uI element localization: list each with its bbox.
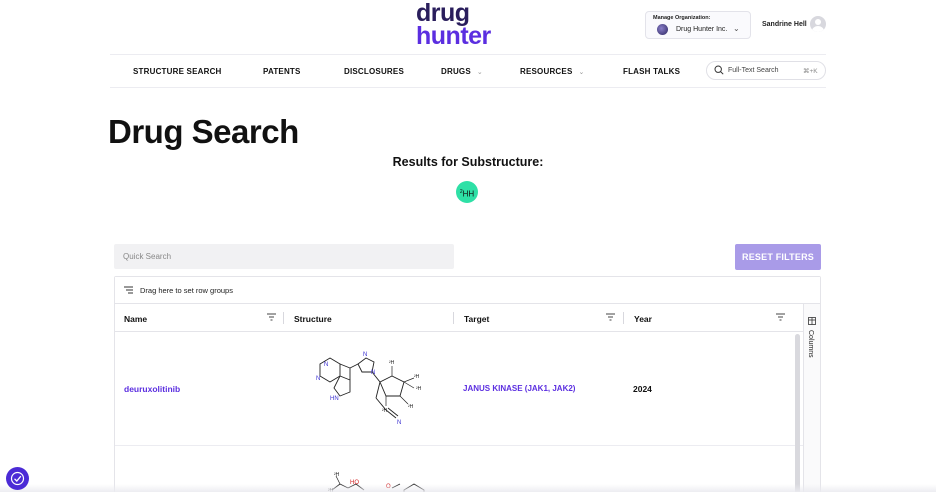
reset-filters-button[interactable]: RESET FILTERS xyxy=(735,244,821,270)
svg-text:N: N xyxy=(397,420,401,426)
nav-label: DRUGS xyxy=(441,67,471,76)
svg-text:N: N xyxy=(316,376,320,382)
user-name[interactable]: Sandrine Hell xyxy=(762,21,807,28)
filter-icon[interactable] xyxy=(776,313,785,321)
assistant-button[interactable] xyxy=(6,467,29,490)
row-group-hint: Drag here to set row groups xyxy=(140,286,233,295)
nav-label: STRUCTURE SEARCH xyxy=(133,67,222,76)
svg-text:²H: ²H xyxy=(389,360,395,366)
chevron-down-icon: ⌄ xyxy=(578,69,585,76)
nav-patents[interactable]: PATENTS xyxy=(263,67,301,76)
full-text-search[interactable]: Full-Text Search ⌘+K xyxy=(706,61,826,80)
nav-label: PATENTS xyxy=(263,67,301,76)
search-shortcut: ⌘+K xyxy=(803,68,818,75)
row-group-bar[interactable]: Drag here to set row groups xyxy=(115,277,820,304)
columns-icon xyxy=(808,317,816,325)
year-value: 2024 xyxy=(633,384,652,394)
user-avatar[interactable] xyxy=(810,16,826,32)
substructure-chip[interactable]: 2HH xyxy=(456,181,478,203)
table-row[interactable]: deuruxolitinib N N HN N N N ²H ²H ²H ²H … xyxy=(115,332,803,446)
drug-results-grid: Drag here to set row groups Name Structu… xyxy=(114,276,821,492)
drug-name-link[interactable]: deuruxolitinib xyxy=(124,384,180,394)
page-title: Drug Search xyxy=(108,113,299,150)
grid-scrollbar[interactable] xyxy=(795,334,800,492)
svg-text:N: N xyxy=(363,352,367,358)
columns-panel-label: Columns xyxy=(807,330,814,358)
column-header-structure[interactable]: Structure xyxy=(294,314,332,324)
svg-text:²H: ²H xyxy=(414,374,420,380)
header-divider xyxy=(110,54,826,55)
nav-label: FLASH TALKS xyxy=(623,67,681,76)
svg-text:²H: ²H xyxy=(382,408,388,414)
quick-search-input[interactable] xyxy=(114,244,454,269)
column-separator[interactable] xyxy=(283,312,284,324)
organization-name: Drug Hunter Inc. xyxy=(676,26,728,33)
row-group-icon xyxy=(124,286,133,294)
organization-selector[interactable]: Manage Organization: Drug Hunter Inc. ⌄ xyxy=(645,11,751,39)
organization-label: Manage Organization: xyxy=(653,15,711,21)
nav-label: RESOURCES xyxy=(520,67,573,76)
chemical-structure-image: N N HN N N N ²H ²H ²H ²H ²H xyxy=(316,352,422,426)
nav-drugs[interactable]: DRUGS ⌄ xyxy=(441,67,483,76)
grid-header-row: Name Structure Target Year xyxy=(115,304,803,332)
assistant-icon xyxy=(10,471,25,486)
logo-line-2: hunter xyxy=(416,22,491,50)
nav-divider xyxy=(110,87,826,88)
column-header-year[interactable]: Year xyxy=(634,314,652,324)
drug-hunter-logo[interactable]: drug hunter xyxy=(416,0,526,50)
target-link[interactable]: JANUS KINASE (JAK1, JAK2) xyxy=(463,384,575,393)
organization-avatar xyxy=(657,24,668,35)
column-separator[interactable] xyxy=(453,312,454,324)
svg-text:HN: HN xyxy=(330,396,339,402)
nav-resources[interactable]: RESOURCES ⌄ xyxy=(520,67,585,76)
logo-line-1: drug xyxy=(416,0,470,27)
substructure-text: HH xyxy=(462,189,475,199)
svg-text:²H: ²H xyxy=(334,472,340,478)
results-label: Results for Substructure: xyxy=(392,155,544,169)
filter-icon[interactable] xyxy=(606,313,615,321)
column-separator[interactable] xyxy=(623,312,624,324)
svg-text:²H: ²H xyxy=(416,386,422,392)
nav-label: DISCLOSURES xyxy=(344,67,404,76)
filter-icon[interactable] xyxy=(267,313,276,321)
columns-side-panel[interactable]: Columns xyxy=(803,304,820,492)
chevron-down-icon: ⌄ xyxy=(476,69,483,76)
bottom-fade xyxy=(0,484,936,492)
svg-text:N: N xyxy=(371,370,375,376)
search-placeholder: Full-Text Search xyxy=(728,67,779,74)
column-header-name[interactable]: Name xyxy=(124,314,147,324)
column-header-target[interactable]: Target xyxy=(464,314,489,324)
chevron-down-icon: ⌄ xyxy=(733,24,740,33)
nav-disclosures[interactable]: DISCLOSURES xyxy=(344,67,404,76)
nav-structure-search[interactable]: STRUCTURE SEARCH xyxy=(133,67,222,76)
search-icon xyxy=(714,65,724,75)
nav-flash-talks[interactable]: FLASH TALKS xyxy=(623,67,680,76)
svg-text:²H: ²H xyxy=(408,404,414,410)
svg-text:N: N xyxy=(324,362,328,368)
